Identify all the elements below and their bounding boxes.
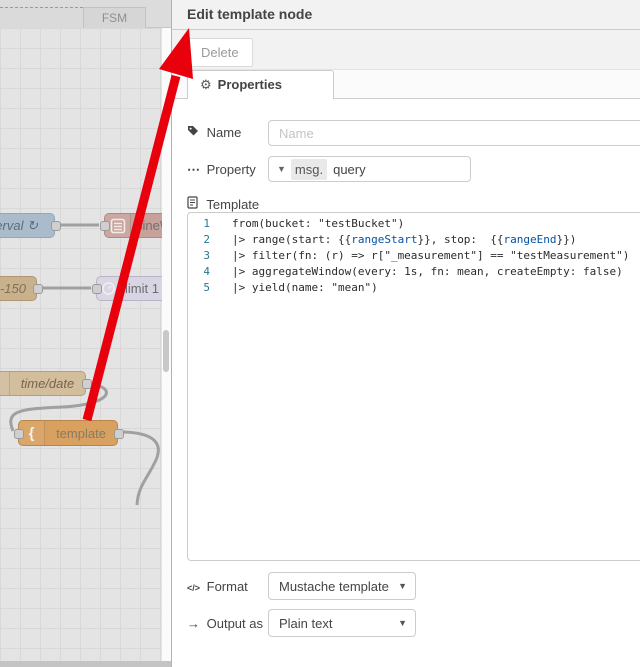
msg-prefix[interactable]: msg. bbox=[290, 158, 328, 180]
flow-canvas[interactable]: interval ↻ sineWave s-150 bbox=[0, 28, 162, 662]
workspace-tabbar: FSM bbox=[0, 0, 171, 28]
node-label: limit 1 ms bbox=[125, 281, 162, 296]
node-label: sineWave bbox=[136, 218, 162, 233]
input-port[interactable] bbox=[14, 429, 24, 439]
name-label-row: Name bbox=[187, 125, 241, 140]
input-port[interactable] bbox=[100, 221, 110, 231]
line-number: 2 bbox=[203, 233, 210, 246]
tray-toolbar: Delete bbox=[172, 30, 640, 70]
tab-properties-label: Properties bbox=[217, 77, 282, 92]
tray-tabrow: ⚙ Properties bbox=[172, 70, 640, 99]
node-s150[interactable]: s-150 bbox=[0, 276, 43, 301]
tray-title: Edit template node bbox=[187, 6, 313, 22]
flow-wires bbox=[9, 223, 160, 506]
node-template[interactable]: { template bbox=[14, 420, 124, 446]
property-label: Property bbox=[206, 162, 256, 177]
node-label: template bbox=[56, 425, 106, 441]
code-line[interactable]: 4 |> aggregateWindow(every: 1s, fn: mean,… bbox=[188, 264, 640, 280]
chevron-down-icon[interactable]: ▼ bbox=[269, 164, 291, 174]
template-code-editor[interactable]: 1 from(bucket: "testBucket") 2 |> range(sta… bbox=[187, 212, 640, 561]
template-icon bbox=[187, 196, 203, 212]
code-line[interactable]: 3 |> filter(fn: (r) => r["_measurement"] … bbox=[188, 248, 640, 264]
output-select-value: Plain text bbox=[279, 615, 333, 631]
line-number: 5 bbox=[203, 281, 210, 294]
node-timedate[interactable]: f time/date bbox=[0, 371, 92, 396]
workspace-tab-partial[interactable] bbox=[0, 7, 83, 28]
output-port[interactable] bbox=[33, 284, 43, 294]
node-interval[interactable]: interval ↻ bbox=[0, 213, 61, 238]
tray-header: Edit template node bbox=[172, 0, 640, 30]
node-label: s-150 bbox=[0, 281, 26, 296]
format-label-row: </> Format bbox=[187, 579, 248, 594]
code-line[interactable]: 1 from(bucket: "testBucket") bbox=[188, 216, 640, 232]
canvas-vertical-scrollbar[interactable] bbox=[162, 28, 171, 662]
delete-button[interactable]: Delete bbox=[187, 38, 253, 67]
gear-icon: ⚙ bbox=[200, 77, 212, 92]
code-icon: </> bbox=[187, 583, 201, 593]
node-label: time/date bbox=[20, 376, 75, 391]
format-select[interactable]: Mustache template ▼ bbox=[268, 572, 416, 600]
node-red-editor: FSM interval ↻ sineWave bbox=[0, 0, 640, 667]
tag-icon bbox=[187, 125, 203, 140]
output-port[interactable] bbox=[51, 221, 61, 231]
workspace-tab-fsm[interactable]: FSM bbox=[83, 7, 146, 28]
output-port[interactable] bbox=[114, 429, 124, 439]
name-input[interactable] bbox=[268, 120, 640, 146]
property-label-row: ⋯ Property bbox=[187, 162, 256, 178]
node-sinewave[interactable]: sineWave bbox=[100, 213, 162, 238]
output-label-row: → Output as bbox=[187, 616, 263, 631]
format-select-value: Mustache template bbox=[279, 578, 389, 594]
line-number: 1 bbox=[203, 217, 210, 230]
format-label: Format bbox=[206, 579, 248, 594]
output-label: Output as bbox=[206, 616, 263, 631]
template-label: Template bbox=[206, 197, 260, 212]
property-typedinput[interactable]: ▼ msg. query bbox=[268, 156, 471, 182]
chevron-down-icon: ▼ bbox=[398, 581, 407, 591]
canvas-horizontal-scrollbar[interactable] bbox=[0, 661, 171, 667]
scrollbar-thumb[interactable] bbox=[163, 330, 169, 372]
line-number: 3 bbox=[203, 249, 210, 262]
edit-tray: Edit template node Delete ⚙ Properties Na… bbox=[171, 0, 640, 667]
node-limit[interactable]: limit 1 ms bbox=[92, 276, 162, 301]
output-select[interactable]: Plain text ▼ bbox=[268, 609, 416, 637]
chevron-down-icon: ▼ bbox=[398, 618, 407, 628]
name-label: Name bbox=[206, 125, 242, 140]
output-arrow-icon: → bbox=[187, 616, 200, 631]
input-port[interactable] bbox=[92, 284, 102, 294]
code-line[interactable]: 5 |> yield(name: "mean") bbox=[188, 280, 640, 296]
tab-properties[interactable]: ⚙ Properties bbox=[187, 70, 334, 99]
ellipsis-icon: ⋯ bbox=[187, 162, 200, 177]
node-label: interval ↻ bbox=[0, 217, 38, 233]
property-value[interactable]: query bbox=[327, 162, 366, 177]
code-line[interactable]: 2 |> range(start: {{rangeStart}}, stop: {… bbox=[188, 232, 640, 248]
function-icon: f bbox=[0, 372, 10, 395]
output-port[interactable] bbox=[82, 379, 92, 389]
template-label-row: Template bbox=[187, 196, 259, 212]
line-number: 4 bbox=[203, 265, 210, 278]
